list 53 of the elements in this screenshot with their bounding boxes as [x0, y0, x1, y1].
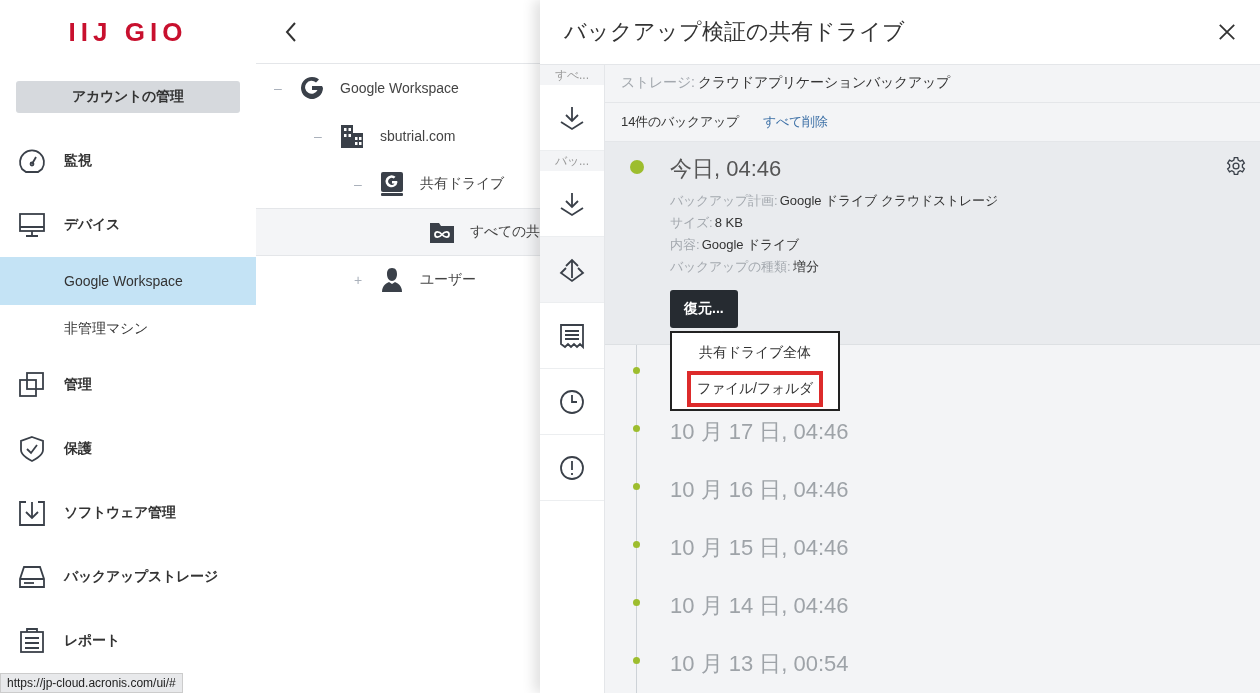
- nav-label: 監視: [64, 152, 92, 170]
- detail-value: Google ドライブ: [701, 236, 800, 254]
- list-icon: [558, 321, 586, 350]
- nav-label: 保護: [64, 440, 92, 458]
- strip-label: すべ...: [540, 65, 604, 85]
- alert-icon: [558, 453, 586, 482]
- tree-label[interactable]: ユーザー: [420, 271, 476, 289]
- detail-label: バックアップの種類:: [670, 258, 791, 276]
- clock-icon: [558, 387, 586, 416]
- nav-subitem[interactable]: Google Workspace: [0, 257, 256, 305]
- nav-label: ソフトウェア管理: [64, 504, 176, 522]
- storage-value: クラウドアプリケーションバックアップ: [697, 74, 950, 93]
- nav-label: 管理: [64, 376, 92, 394]
- account-button[interactable]: アカウントの管理: [16, 81, 240, 113]
- storage-label: ストレージ:: [621, 74, 695, 93]
- tree-label[interactable]: 共有ドライブ: [420, 175, 504, 193]
- tree-row[interactable]: すべての共: [256, 208, 540, 256]
- nav-item[interactable]: レポート: [0, 609, 256, 673]
- status-url: https://jp-cloud.acronis.com/ui/#: [0, 673, 183, 693]
- logo: IIJ GIO: [68, 15, 188, 49]
- nav-label: デバイス: [64, 216, 120, 234]
- nav-item[interactable]: 監視: [0, 129, 256, 193]
- tree-label: すべての共: [470, 223, 540, 241]
- nav-item[interactable]: ソフトウェア管理: [0, 481, 256, 545]
- google-g-icon: [298, 74, 326, 102]
- detail-label: バックアップ計画:: [670, 192, 778, 210]
- nav-item[interactable]: 保護: [0, 417, 256, 481]
- detail-label: 内容:: [670, 236, 700, 254]
- nav-item[interactable]: バックアップストレージ: [0, 545, 256, 609]
- detail-value: Google ドライブ クラウドストレージ: [779, 192, 998, 210]
- panel-title: バックアップ検証の共有ドライブ: [564, 18, 905, 46]
- nav-item[interactable]: デバイス: [0, 193, 256, 257]
- nav-label: バックアップストレージ: [64, 568, 218, 586]
- building-icon: [338, 122, 366, 150]
- strip-label: バッ...: [540, 151, 604, 171]
- detail-label: サイズ:: [670, 214, 713, 232]
- nav-item[interactable]: 管理: [0, 353, 256, 417]
- close-icon[interactable]: [1218, 23, 1236, 41]
- restore-button[interactable]: 復元...: [670, 290, 738, 328]
- drive-g-icon: [378, 170, 406, 198]
- strip-tab[interactable]: [540, 237, 604, 303]
- menu-item[interactable]: ファイル/フォルダ: [687, 371, 823, 407]
- detail-value: 8 KB: [714, 214, 743, 232]
- detail-value: 増分: [792, 258, 819, 276]
- settings-icon[interactable]: [1226, 156, 1246, 176]
- nav-subitem[interactable]: 非管理マシン: [0, 305, 256, 353]
- nav-label: レポート: [64, 632, 120, 650]
- backup-count: 14件のバックアップ: [621, 112, 740, 131]
- tree-label[interactable]: Google Workspace: [340, 80, 459, 96]
- backup-date: 今日, 04:46: [670, 155, 782, 183]
- delete-all-link[interactable]: すべて削除: [763, 112, 829, 131]
- menu-item[interactable]: 共有ドライブ全体: [687, 335, 823, 371]
- tree-label[interactable]: sbutrial.com: [380, 128, 456, 144]
